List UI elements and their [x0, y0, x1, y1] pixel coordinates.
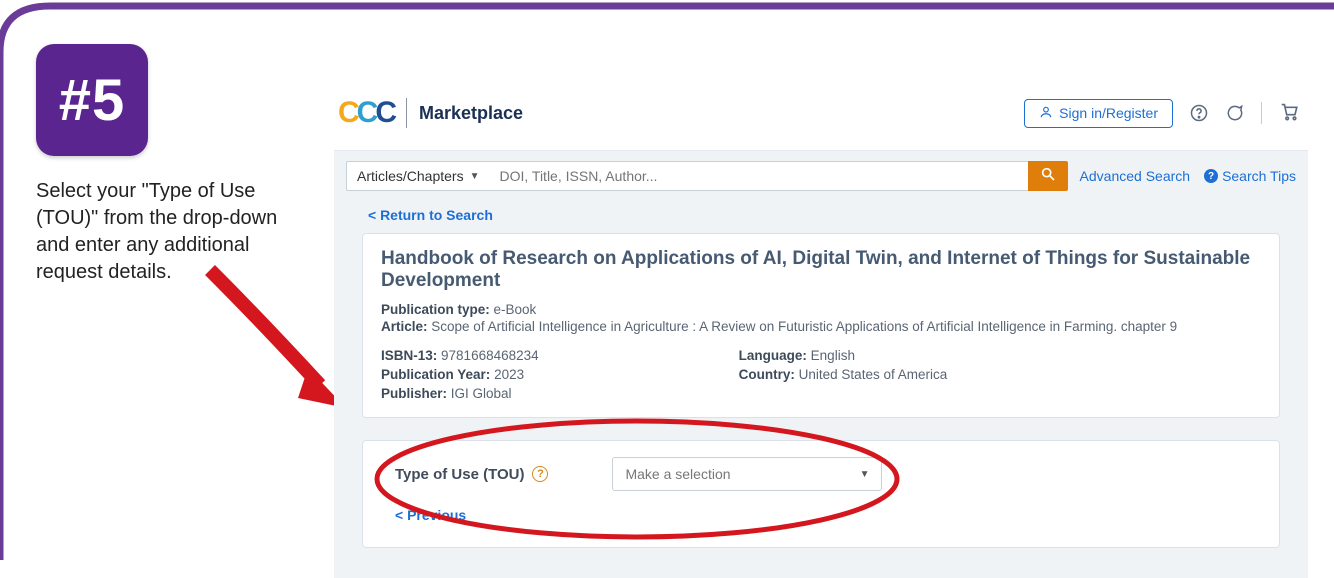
search-links: Advanced Search ? Search Tips: [1080, 161, 1296, 191]
publisher-label: Publisher:: [381, 386, 447, 401]
topbar: C C C Marketplace Sign in/Register: [334, 90, 1308, 150]
advanced-search-label: Advanced Search: [1080, 168, 1191, 184]
help-icon[interactable]: [1189, 103, 1209, 123]
content-area: Articles/Chapters ▼ Advanced Search ? Se…: [334, 150, 1308, 578]
step-instruction-text: Select your "Type of Use (TOU)" from the…: [36, 178, 306, 286]
logo-c2: C: [357, 96, 376, 130]
chevron-down-icon: ▼: [470, 171, 480, 182]
brand-divider: [406, 98, 407, 128]
pub-type-value: e-Book: [494, 302, 537, 317]
ccc-logo: C C C: [338, 96, 394, 130]
country-value: United States of America: [799, 367, 948, 382]
article-value: Scope of Artificial Intelligence in Agri…: [431, 319, 1177, 334]
advanced-search-link[interactable]: Advanced Search: [1080, 168, 1191, 184]
tou-help-icon[interactable]: ?: [532, 466, 548, 482]
step-number-text: #5: [59, 67, 126, 134]
pub-type-label: Publication type:: [381, 302, 490, 317]
tou-label-group: Type of Use (TOU) ?: [395, 466, 548, 483]
question-icon: ?: [1204, 169, 1218, 183]
publisher-value: IGI Global: [451, 386, 512, 401]
publication-card: Handbook of Research on Applications of …: [362, 233, 1280, 418]
step-number-badge: #5: [36, 44, 148, 156]
search-category-dropdown[interactable]: Articles/Chapters ▼: [346, 161, 490, 191]
country-label: Country:: [739, 367, 795, 382]
user-icon: [1039, 105, 1053, 122]
type-of-use-card: Type of Use (TOU) ? Make a selection ▼ <…: [362, 440, 1280, 548]
search-category-label: Articles/Chapters: [357, 168, 464, 184]
language-label: Language:: [739, 348, 807, 363]
isbn-label: ISBN-13:: [381, 348, 437, 363]
chevron-down-icon: ▼: [860, 469, 870, 480]
return-to-search-link[interactable]: < Return to Search: [368, 207, 493, 223]
tou-select-placeholder: Make a selection: [625, 466, 730, 482]
tou-row: Type of Use (TOU) ? Make a selection ▼: [395, 457, 1247, 491]
cart-icon[interactable]: [1278, 100, 1300, 127]
pubyear-value: 2023: [494, 367, 524, 382]
signin-label: Sign in/Register: [1059, 105, 1158, 121]
topbar-separator: [1261, 102, 1262, 124]
publication-title: Handbook of Research on Applications of …: [381, 248, 1261, 292]
logo-c1: C: [338, 96, 357, 130]
pubyear-label: Publication Year:: [381, 367, 490, 382]
tou-label-text: Type of Use (TOU): [395, 466, 524, 483]
meta-col-right: Language: English Country: United States…: [739, 348, 948, 403]
search-tips-label: Search Tips: [1222, 168, 1296, 184]
search-icon: [1040, 166, 1056, 187]
article-row: Article: Scope of Artificial Intelligenc…: [381, 319, 1261, 334]
meta-two-columns: ISBN-13: 9781668468234 Publication Year:…: [381, 348, 1261, 403]
signin-register-button[interactable]: Sign in/Register: [1024, 99, 1173, 128]
topbar-actions: Sign in/Register: [1024, 99, 1300, 128]
marketplace-app: C C C Marketplace Sign in/Register: [334, 90, 1308, 578]
brand-title: Marketplace: [419, 103, 523, 124]
search-tips-link[interactable]: ? Search Tips: [1204, 168, 1296, 184]
search-bar: Articles/Chapters ▼ Advanced Search ? Se…: [346, 161, 1296, 191]
brand-block: C C C Marketplace: [338, 96, 523, 130]
meta-col-left: ISBN-13: 9781668468234 Publication Year:…: [381, 348, 539, 403]
previous-link[interactable]: < Previous: [395, 507, 466, 523]
isbn-value: 9781668468234: [441, 348, 539, 363]
tou-select-dropdown[interactable]: Make a selection ▼: [612, 457, 882, 491]
pub-type-row: Publication type: e-Book: [381, 302, 1261, 317]
search-input[interactable]: [490, 161, 1028, 191]
language-value: English: [811, 348, 855, 363]
search-button[interactable]: [1028, 161, 1068, 191]
logo-c3: C: [375, 96, 394, 130]
article-label: Article:: [381, 319, 428, 334]
chat-icon[interactable]: [1225, 103, 1245, 123]
